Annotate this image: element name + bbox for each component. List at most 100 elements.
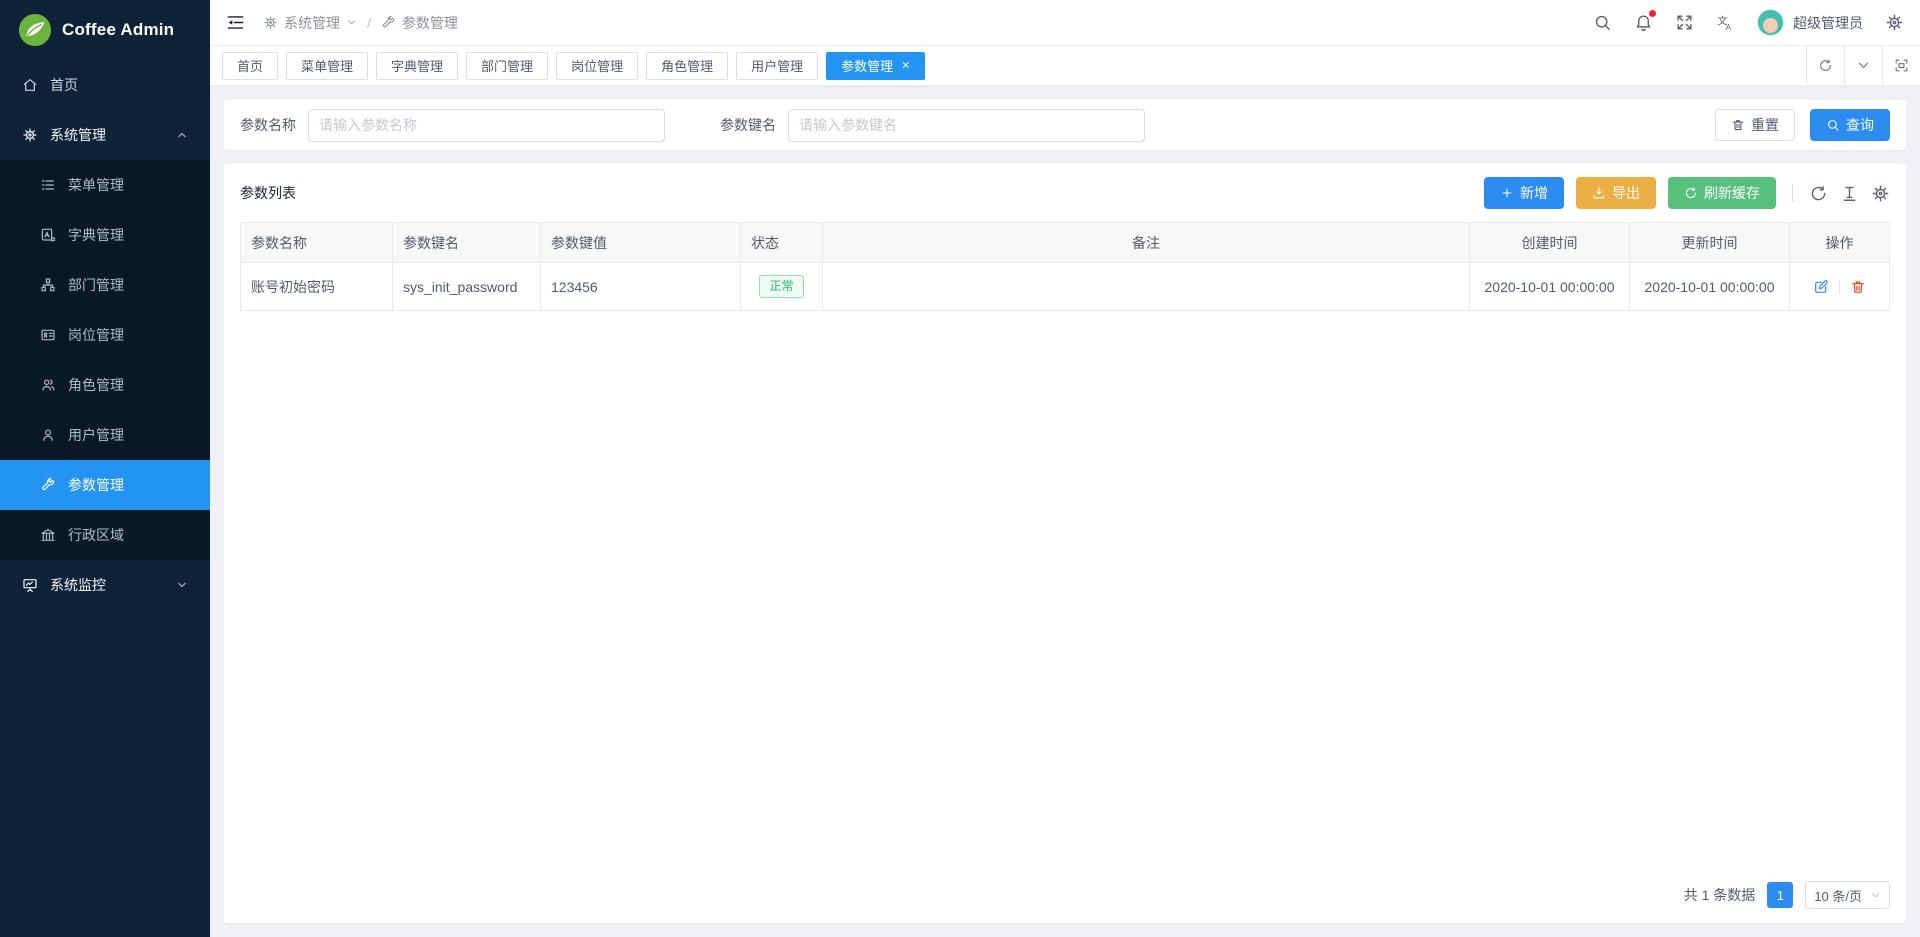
notification-bell[interactable] [1634, 13, 1653, 32]
bank-icon [40, 527, 56, 543]
sidebar-item-region[interactable]: 行政区域 [0, 510, 210, 560]
tab-options-button[interactable] [1844, 46, 1882, 85]
table-header-row: 参数名称 参数键名 参数键值 状态 备注 创建时间 更新时间 操作 [241, 223, 1890, 263]
param-name-label: 参数名称 [240, 115, 296, 135]
page-size-select[interactable]: 10 条/页 [1805, 881, 1890, 909]
sidebar-item-home[interactable]: 首页 [0, 60, 210, 110]
sidebar-item-role-mgmt[interactable]: 角色管理 [0, 360, 210, 410]
breadcrumb-current: 参数管理 [381, 13, 458, 33]
tab-dept-mgmt[interactable]: 部门管理 [466, 52, 548, 80]
param-key-input[interactable] [788, 109, 1145, 142]
home-icon [22, 77, 38, 93]
search-icon[interactable] [1593, 13, 1612, 32]
close-icon[interactable]: ✕ [901, 59, 910, 72]
sidebar-item-monitor[interactable]: 系统监控 [0, 560, 210, 610]
chevron-down-icon [346, 17, 357, 28]
search-icon [1826, 118, 1840, 132]
fullscreen-icon[interactable] [1675, 13, 1694, 32]
pagination-total: 共 1 条数据 [1684, 885, 1756, 905]
export-button[interactable]: 导出 [1576, 177, 1656, 209]
notification-dot [1649, 10, 1656, 17]
monitor-icon [22, 577, 38, 593]
sidebar-item-dict-mgmt[interactable]: 字典管理 [0, 210, 210, 260]
query-label: 查询 [1846, 115, 1874, 135]
chevron-down-icon [1870, 890, 1881, 901]
param-key-label: 参数键名 [720, 115, 776, 135]
gear-icon [263, 15, 278, 30]
breadcrumb-parent[interactable]: 系统管理 [263, 13, 357, 33]
list-title: 参数列表 [240, 183, 296, 203]
tab-dict-mgmt[interactable]: 字典管理 [376, 52, 458, 80]
settings-gear-icon[interactable] [1885, 13, 1904, 32]
sidebar-item-label: 参数管理 [68, 475, 124, 495]
menu-fold-icon[interactable] [226, 13, 245, 32]
tab-refresh-button[interactable] [1806, 46, 1844, 85]
translate-icon[interactable] [1716, 13, 1735, 32]
breadcrumb: 系统管理 / 参数管理 [263, 13, 458, 33]
add-button[interactable]: 新增 [1484, 177, 1564, 209]
sidebar-item-label: 系统监控 [50, 575, 106, 595]
param-name-input[interactable] [308, 109, 665, 142]
tab-label: 参数管理 [841, 56, 893, 75]
wrench-icon [381, 15, 396, 30]
sidebar-item-label: 菜单管理 [68, 175, 124, 195]
table-refresh-icon[interactable] [1809, 184, 1828, 203]
sidebar-item-label: 部门管理 [68, 275, 124, 295]
delete-icon[interactable] [1850, 279, 1866, 295]
user-menu[interactable]: 超级管理员 [1757, 9, 1863, 36]
sidebar-item-system[interactable]: 系统管理 [0, 110, 210, 160]
sidebar-item-label: 角色管理 [68, 375, 124, 395]
app-logo[interactable]: Coffee Admin [0, 0, 210, 60]
font-size-icon[interactable] [1840, 184, 1859, 203]
tab-user-mgmt[interactable]: 用户管理 [736, 52, 818, 80]
export-label: 导出 [1612, 183, 1640, 203]
sidebar-item-post-mgmt[interactable]: 岗位管理 [0, 310, 210, 360]
maximize-icon [1894, 58, 1909, 73]
col-param-value: 参数键值 [541, 223, 741, 263]
tab-param-mgmt[interactable]: 参数管理 ✕ [826, 52, 925, 80]
cell-param-key: sys_init_password [393, 263, 541, 311]
page-number-button[interactable]: 1 [1767, 882, 1793, 908]
tab-menu-mgmt[interactable]: 菜单管理 [286, 52, 368, 80]
refresh-cache-button[interactable]: 刷新缓存 [1668, 177, 1776, 209]
edit-icon[interactable] [1813, 279, 1829, 295]
sidebar-item-param-mgmt[interactable]: 参数管理 [0, 460, 210, 510]
tab-maximize-button[interactable] [1882, 46, 1920, 85]
trash-icon [1731, 118, 1745, 132]
reset-button[interactable]: 重置 [1715, 109, 1795, 141]
sidebar-item-dept-mgmt[interactable]: 部门管理 [0, 260, 210, 310]
sidebar-item-label: 岗位管理 [68, 325, 124, 345]
sidebar: Coffee Admin 首页 系统管理 菜单管理 字典管理 部门管理 [0, 0, 210, 937]
col-actions: 操作 [1790, 223, 1890, 263]
dictionary-icon [40, 227, 56, 243]
param-table: 参数名称 参数键名 参数键值 状态 备注 创建时间 更新时间 操作 账号初始密码 [240, 222, 1890, 311]
tab-bar: 首页 菜单管理 字典管理 部门管理 岗位管理 角色管理 用户管理 参数管理 ✕ [210, 46, 1920, 86]
tab-home[interactable]: 首页 [222, 52, 278, 80]
id-card-icon [40, 327, 56, 343]
cell-param-name: 账号初始密码 [241, 263, 393, 311]
table-row: 账号初始密码 sys_init_password 123456 正常 2020-… [241, 263, 1890, 311]
col-param-key: 参数键名 [393, 223, 541, 263]
table-settings-gear-icon[interactable] [1871, 184, 1890, 203]
top-header: 系统管理 / 参数管理 超级管理员 [210, 0, 1920, 46]
org-tree-icon [40, 277, 56, 293]
sidebar-item-user-mgmt[interactable]: 用户管理 [0, 410, 210, 460]
breadcrumb-parent-label: 系统管理 [284, 13, 340, 33]
sidebar-item-label: 系统管理 [50, 125, 106, 145]
tab-post-mgmt[interactable]: 岗位管理 [556, 52, 638, 80]
cell-actions [1790, 263, 1890, 311]
cell-remark [823, 263, 1470, 311]
breadcrumb-separator: / [367, 15, 371, 31]
divider [1839, 280, 1840, 294]
sidebar-item-label: 字典管理 [68, 225, 124, 245]
roles-icon [40, 377, 56, 393]
export-icon [1592, 186, 1606, 200]
col-created: 创建时间 [1470, 223, 1630, 263]
tab-role-mgmt[interactable]: 角色管理 [646, 52, 728, 80]
sidebar-menu: 首页 系统管理 菜单管理 字典管理 部门管理 岗位管理 [0, 60, 210, 937]
username: 超级管理员 [1793, 13, 1863, 33]
query-button[interactable]: 查询 [1810, 109, 1890, 141]
chevron-down-icon [176, 579, 188, 591]
col-updated: 更新时间 [1630, 223, 1790, 263]
sidebar-item-menu-mgmt[interactable]: 菜单管理 [0, 160, 210, 210]
